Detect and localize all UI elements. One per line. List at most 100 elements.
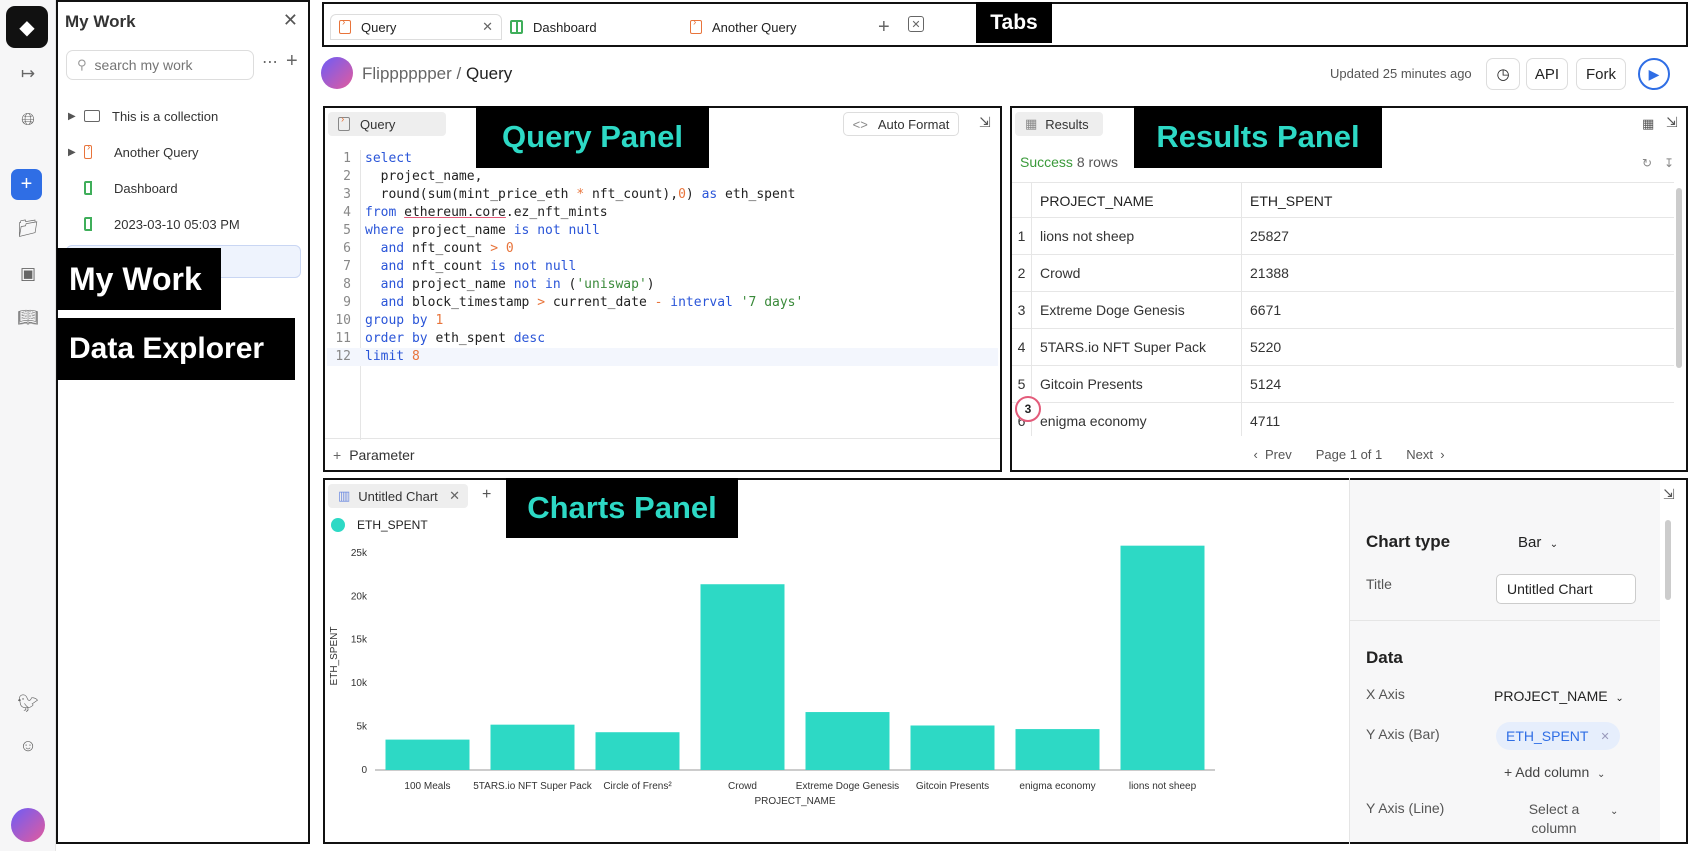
project-name-cell: 5TARS.io NFT Super Pack	[1032, 329, 1242, 366]
results-panel-annotation: Results Panel	[1134, 106, 1382, 168]
query-icon	[84, 142, 102, 160]
chevron-down-icon[interactable]: ⌄	[1610, 806, 1618, 817]
bar	[1120, 545, 1205, 770]
query-panel: Query <> Auto Format ⇲ Query Panel 1sele…	[323, 106, 1002, 472]
column-header[interactable]: PROJECT_NAME	[1032, 183, 1242, 219]
query-icon	[338, 114, 350, 131]
project-name-cell: lions not sheep	[1032, 218, 1242, 255]
table-row[interactable]: 6 enigma economy 4711	[1012, 403, 1674, 436]
avatar[interactable]	[321, 57, 353, 89]
chevron-down-icon: ⌄	[1615, 693, 1624, 704]
discord-icon[interactable]: ☺	[12, 730, 44, 762]
chevron-right-icon[interactable]: ▶	[68, 111, 84, 122]
x-axis-title: PROJECT_NAME	[754, 796, 835, 807]
add-parameter-button[interactable]: + Parameter	[325, 438, 1000, 470]
api-button[interactable]: API	[1526, 58, 1568, 90]
prev-button[interactable]: ‹ Prev	[1253, 447, 1291, 462]
eth-spent-cell: 25827	[1250, 228, 1289, 244]
collapse-icon[interactable]: ↦	[12, 58, 44, 90]
y-tick-label: 0	[361, 765, 367, 776]
refresh-icon[interactable]: ↻	[1642, 156, 1652, 170]
add-chart-icon[interactable]: ▦	[1642, 116, 1654, 132]
code-line: 6 and nft_count > 0	[343, 241, 514, 256]
search-input[interactable]	[94, 57, 235, 73]
row-count: 8 rows	[1076, 154, 1119, 170]
project-name-cell: Crowd	[1032, 255, 1242, 292]
scrollbar[interactable]	[1665, 520, 1671, 600]
close-all-icon[interactable]: ✕	[908, 16, 924, 32]
globe-icon[interactable]: 🌐︎	[12, 104, 44, 136]
title-label: Title	[1366, 576, 1392, 592]
close-icon[interactable]: ✕	[283, 10, 298, 31]
run-icon[interactable]: ▶	[1638, 58, 1670, 90]
tree-item-dashboard-dated[interactable]: 2023-03-10 05:03 PM	[68, 210, 300, 238]
logo-icon[interactable]: ◆	[6, 6, 48, 48]
new-tab-icon[interactable]: +	[878, 14, 890, 40]
bar-chart: 0 5k 10k 15k 20k 25k 100 Meals 5TARS.io NFT Sup…	[329, 545, 1215, 807]
book-icon[interactable]: 📖︎	[12, 302, 44, 334]
table-row[interactable]: 4 5TARS.io NFT Super Pack 5220	[1012, 329, 1674, 366]
x-tick-label: 100 Meals	[404, 781, 450, 792]
plus-icon[interactable]: +	[11, 169, 42, 200]
close-tab-icon[interactable]: ✕	[482, 19, 493, 35]
collapse-panel-icon[interactable]: ⇲	[1663, 486, 1675, 503]
owner-name[interactable]: Flipppppper	[362, 64, 452, 83]
chevron-right-icon[interactable]: ▶	[68, 147, 84, 158]
folder-icon[interactable]: 📁︎	[12, 213, 44, 245]
bar	[385, 739, 470, 770]
row-index: 3	[1012, 292, 1032, 329]
y-axis-bar-label: Y Axis (Bar)	[1366, 726, 1440, 742]
fork-button[interactable]: Fork	[1576, 58, 1626, 90]
collapse-panel-icon[interactable]: ⇲	[979, 114, 991, 131]
x-axis-select[interactable]: PROJECT_NAME ⌄	[1494, 688, 1624, 704]
remove-icon[interactable]: ✕	[1600, 730, 1609, 743]
query-editor-tab[interactable]: Query	[328, 112, 446, 136]
tab-dashboard[interactable]: Dashboard	[510, 14, 597, 40]
query-header: Flipppppper / Query Updated 25 minutes a…	[320, 52, 1690, 96]
auto-format-button[interactable]: <> Auto Format	[843, 112, 959, 136]
table-row[interactable]: 3 Extreme Doge Genesis 6671	[1012, 292, 1674, 329]
chart-type-select[interactable]: Bar ⌄	[1518, 534, 1558, 551]
bar	[490, 724, 575, 770]
tree-item-collection[interactable]: ▶ This is a collection	[68, 102, 300, 130]
avatar[interactable]	[11, 808, 45, 842]
table-row[interactable]: 2 Crowd 21388	[1012, 255, 1674, 292]
tree-item-query[interactable]: ▶ Another Query	[68, 138, 300, 166]
code-line: 7 and nft_count is not null	[343, 259, 577, 274]
more-icon[interactable]: ⋯	[262, 52, 278, 72]
column-header[interactable]: ETH_SPENT	[1242, 183, 1332, 219]
y-axis-line-select[interactable]: Select a column	[1514, 800, 1594, 838]
database-icon[interactable]: ▣	[12, 258, 44, 290]
add-chart-tab-icon[interactable]: +	[482, 486, 491, 504]
close-tab-icon[interactable]: ✕	[449, 488, 460, 504]
result-status: Success 8 rows	[1020, 154, 1118, 170]
row-index: 4	[1012, 329, 1032, 366]
tab-label: Another Query	[712, 19, 797, 35]
x-tick-label: 5TARS.io NFT Super Pack	[473, 781, 593, 792]
download-icon[interactable]: ↧	[1664, 156, 1674, 170]
code-editor[interactable]: 1 select 2 project_name, 3 round(sum(mint…	[327, 150, 1000, 440]
query-icon	[339, 17, 351, 34]
data-explorer-annotation: Data Explorer	[57, 318, 295, 380]
add-column-button[interactable]: + Add column ⌄	[1504, 764, 1605, 780]
table-row[interactable]: 5 Gitcoin Presents 5124	[1012, 366, 1674, 403]
history-icon[interactable]: ◷	[1486, 58, 1520, 90]
search-box[interactable]: ⚲	[66, 50, 254, 80]
twitter-icon[interactable]: 🐦︎	[12, 688, 44, 720]
add-icon[interactable]: +	[286, 50, 298, 73]
collapse-panel-icon[interactable]: ⇲	[1666, 114, 1678, 131]
page-title: Query	[465, 64, 513, 83]
y-axis-bar-chip[interactable]: ETH_SPENT ✕	[1496, 722, 1620, 750]
tab-another-query[interactable]: Another Query	[690, 14, 797, 40]
chart-title-input[interactable]	[1496, 574, 1636, 604]
table-row[interactable]: 1 lions not sheep 25827	[1012, 218, 1674, 255]
bar	[595, 732, 680, 770]
next-button[interactable]: Next ›	[1406, 447, 1444, 462]
results-tab[interactable]: ▦ Results	[1015, 112, 1103, 136]
my-work-annotation: My Work	[57, 248, 221, 310]
scrollbar[interactable]	[1676, 188, 1682, 368]
chart-tab[interactable]: ▥ Untitled Chart ✕	[328, 484, 468, 508]
tab-query[interactable]: Query ✕	[330, 14, 502, 40]
charts-panel: ▥ Untitled Chart ✕ + Charts Panel ▦ ◫ ⇲ …	[323, 478, 1688, 844]
tree-item-dashboard[interactable]: Dashboard	[68, 174, 300, 202]
